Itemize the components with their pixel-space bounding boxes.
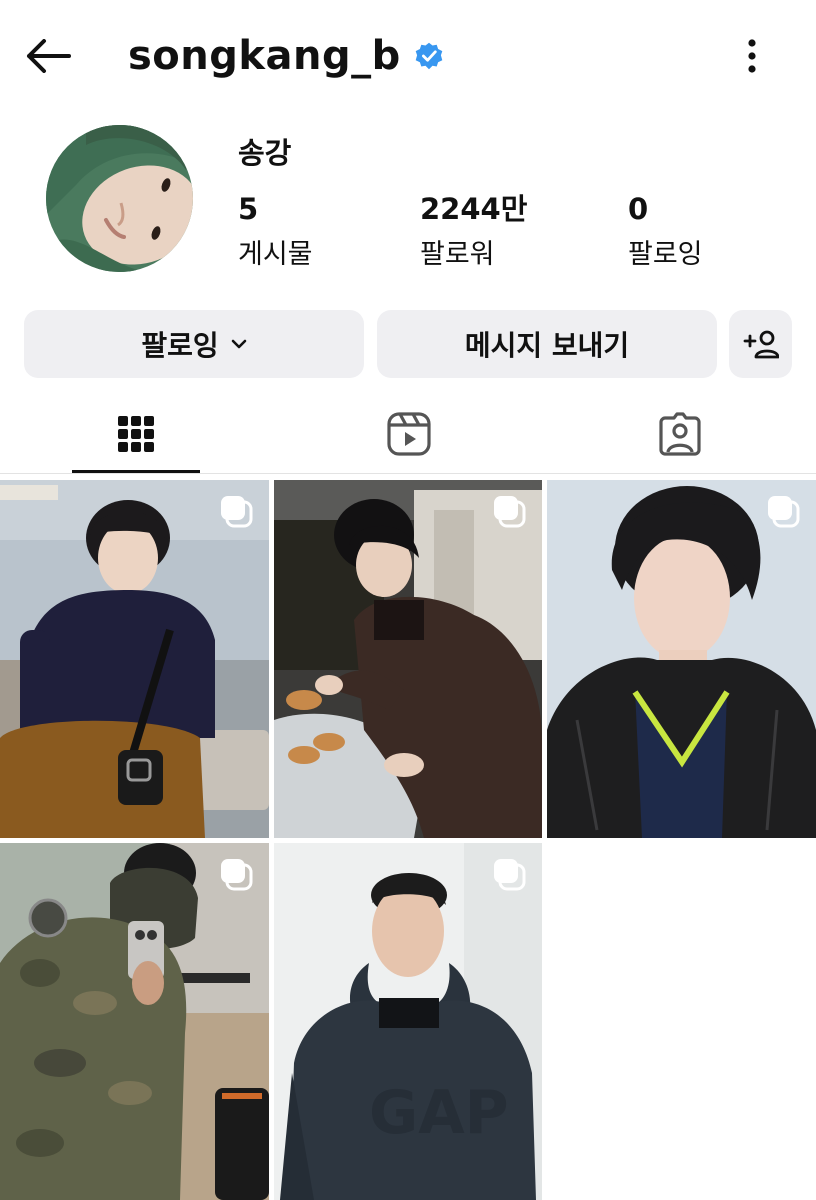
followers-count: 2244만: [420, 192, 528, 226]
posts-grid: GAP: [0, 480, 816, 1200]
post-thumbnail[interactable]: [547, 480, 816, 838]
reels-icon: [387, 412, 431, 456]
posts-count-stat[interactable]: 5 게시물: [238, 190, 313, 271]
profile-tabs: [0, 395, 816, 475]
chevron-down-icon: [231, 339, 247, 349]
post-image: [0, 843, 269, 1200]
following-button[interactable]: 팔로잉: [24, 310, 364, 378]
post-thumbnail[interactable]: [274, 480, 542, 838]
following-button-label: 팔로잉: [141, 329, 219, 362]
tab-divider: [0, 473, 816, 474]
add-user-icon: [743, 330, 779, 359]
post-image: [0, 480, 269, 838]
multiple-images-icon: [768, 496, 800, 528]
posts-count: 5: [238, 192, 259, 226]
tab-posts-grid[interactable]: [72, 395, 200, 473]
multiple-images-icon: [221, 859, 253, 891]
profile-avatar[interactable]: [46, 125, 193, 272]
following-label: 팔로잉: [628, 239, 703, 270]
post-thumbnail[interactable]: [0, 480, 269, 838]
following-count: 0: [628, 192, 649, 226]
post-thumbnail[interactable]: [0, 843, 269, 1200]
more-options-button[interactable]: [732, 34, 772, 78]
followers-label: 팔로워: [420, 239, 495, 270]
message-button-label: 메시지 보내기: [464, 329, 630, 362]
multiple-images-icon: [221, 496, 253, 528]
post-image: GAP: [274, 843, 542, 1200]
post-image: [274, 480, 542, 838]
back-button[interactable]: [20, 30, 76, 82]
svg-text:GAP: GAP: [369, 1078, 509, 1148]
post-thumbnail[interactable]: GAP: [274, 843, 542, 1200]
post-image: [547, 480, 816, 838]
top-bar: songkang_b: [0, 0, 816, 110]
posts-label: 게시물: [238, 239, 313, 270]
arrow-left-icon: [27, 39, 71, 73]
verified-badge-icon: [415, 42, 443, 70]
grid-icon: [118, 416, 154, 452]
following-count-stat[interactable]: 0 팔로잉: [628, 190, 703, 271]
suggested-users-button[interactable]: [729, 310, 792, 378]
tagged-person-icon: [659, 412, 701, 456]
username: songkang_b: [128, 33, 401, 79]
tab-reels[interactable]: [345, 395, 473, 473]
multiple-images-icon: [494, 496, 526, 528]
tab-tagged[interactable]: [616, 395, 744, 473]
vertical-ellipsis-icon: [748, 39, 756, 73]
display-name: 송강: [238, 136, 292, 170]
multiple-images-icon: [494, 859, 526, 891]
followers-count-stat[interactable]: 2244만 팔로워: [420, 190, 527, 271]
username-header: songkang_b: [128, 30, 443, 82]
message-button[interactable]: 메시지 보내기: [377, 310, 717, 378]
